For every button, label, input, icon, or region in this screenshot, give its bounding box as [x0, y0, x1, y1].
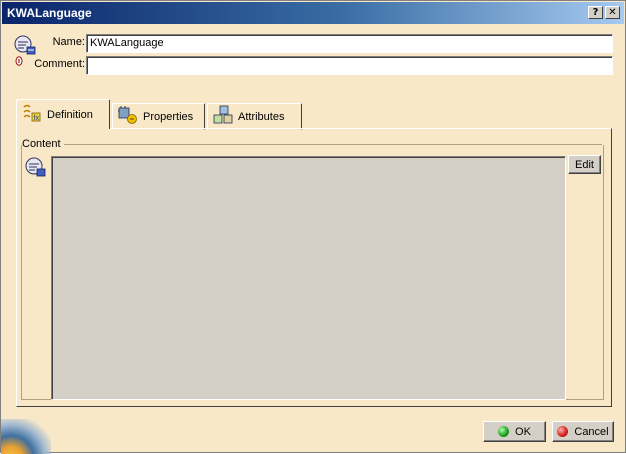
tab-properties[interactable]: Properties	[112, 103, 205, 130]
svg-text:fx: fx	[34, 115, 40, 122]
tab-properties-label: Properties	[143, 110, 194, 123]
tab-attributes[interactable]: Attributes	[207, 103, 302, 130]
comment-field[interactable]	[86, 56, 613, 75]
corner-decoration	[1, 419, 51, 454]
close-button[interactable]: ✕	[605, 6, 620, 19]
cancel-icon	[557, 426, 569, 437]
definition-icon: fx	[21, 103, 43, 126]
window-title: KWALanguage	[7, 6, 92, 20]
tab-definition-label: Definition	[47, 108, 93, 121]
cancel-button[interactable]: Cancel	[552, 421, 614, 442]
help-button[interactable]: ?	[588, 6, 603, 19]
language-feature-icon	[13, 34, 37, 56]
ok-icon	[498, 426, 510, 437]
dialog-window: KWALanguage ? ✕ Name: KWALanguage Commen…	[0, 0, 626, 454]
comment-label: Comment:	[34, 58, 85, 70]
cancel-label: Cancel	[574, 425, 609, 438]
edit-button[interactable]: Edit	[568, 155, 601, 174]
title-bar[interactable]: KWALanguage ? ✕	[2, 2, 624, 24]
info-icon	[15, 56, 23, 66]
ok-label: OK	[515, 425, 531, 438]
ok-button[interactable]: OK	[483, 421, 546, 442]
attributes-icon	[212, 105, 234, 128]
name-label: Name:	[52, 36, 85, 48]
content-language-icon	[24, 156, 46, 178]
name-field[interactable]: KWALanguage	[86, 34, 613, 53]
content-text-area[interactable]	[51, 156, 566, 400]
properties-icon	[117, 105, 139, 128]
tab-attributes-label: Attributes	[238, 110, 285, 123]
tab-definition[interactable]: fx Definition	[16, 99, 110, 129]
definition-panel: Content Edit	[16, 128, 612, 407]
